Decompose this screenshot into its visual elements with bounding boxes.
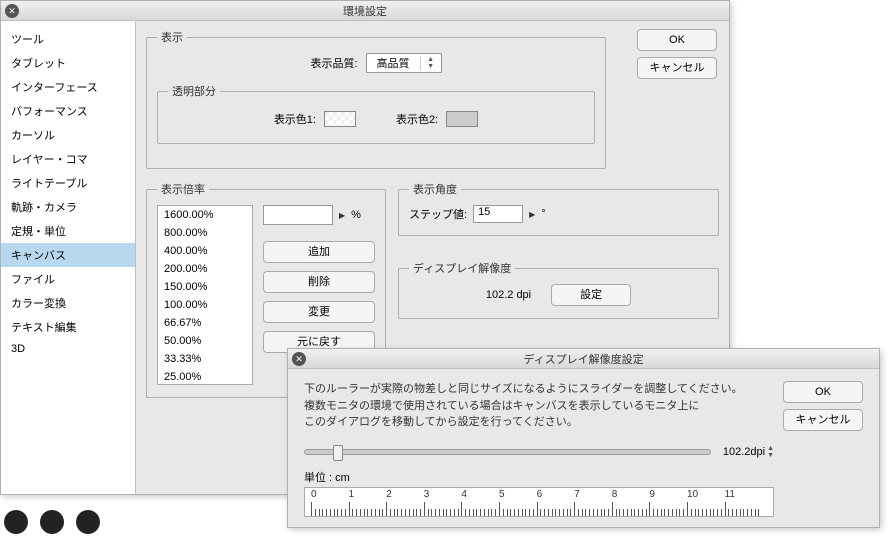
- titlebar[interactable]: ✕ 環境設定: [1, 1, 729, 21]
- transparency-group: 透明部分 表示色1: 表示色2:: [157, 83, 595, 144]
- ruler-label: 4: [461, 489, 467, 500]
- ruler-label: 10: [687, 489, 698, 500]
- category-sidebar: ツールタブレットインターフェースパフォーマンスカーソルレイヤー・コマライトテーブ…: [1, 21, 136, 494]
- color2-label: 表示色2:: [396, 111, 438, 127]
- titlebar[interactable]: ✕ ディスプレイ解像度設定: [288, 349, 879, 369]
- sidebar-item[interactable]: 3D: [1, 339, 135, 359]
- spinner-arrows-icon[interactable]: ▲▼: [767, 445, 774, 459]
- list-item[interactable]: 400.00%: [158, 242, 252, 260]
- quality-label: 表示品質:: [310, 55, 357, 71]
- quality-spinner[interactable]: 高品質 ▲▼: [366, 53, 442, 73]
- ruler-label: 5: [499, 489, 505, 500]
- ruler-label: 0: [311, 489, 317, 500]
- angle-group: 表示角度 ステップ値: 15 ▶ °: [398, 181, 719, 236]
- dpi-slider[interactable]: [304, 449, 711, 455]
- sidebar-item[interactable]: テキスト編集: [1, 315, 135, 339]
- list-item[interactable]: 33.33%: [158, 350, 252, 368]
- list-item[interactable]: 66.67%: [158, 314, 252, 332]
- ruler: 0 1 2 3 4 5 6 7 8 9 10 11: [304, 487, 774, 517]
- sidebar-item[interactable]: ツール: [1, 27, 135, 51]
- sidebar-item[interactable]: ファイル: [1, 267, 135, 291]
- spinner-arrows-icon[interactable]: ▲▼: [420, 56, 441, 70]
- resolution-group: ディスプレイ解像度 102.2 dpi 設定: [398, 260, 719, 319]
- zoom-legend: 表示倍率: [157, 181, 209, 197]
- display-group: 表示 表示品質: 高品質 ▲▼ 透明部分 表示色1:: [146, 29, 606, 169]
- transparency-legend: 透明部分: [168, 83, 220, 99]
- instruction-text: 下のルーラーが実際の物差しと同じサイズになるようにスライダーを調整してください。…: [304, 381, 863, 431]
- resolution-dialog: ✕ ディスプレイ解像度設定 OK キャンセル 下のルーラーが実際の物差しと同じサ…: [287, 348, 880, 528]
- ruler-label: 8: [612, 489, 618, 500]
- ruler-label: 7: [574, 489, 580, 500]
- sidebar-item[interactable]: カーソル: [1, 123, 135, 147]
- sidebar-item[interactable]: インターフェース: [1, 75, 135, 99]
- list-item[interactable]: 50.00%: [158, 332, 252, 350]
- sidebar-item[interactable]: カラー変換: [1, 291, 135, 315]
- sidebar-item[interactable]: キャンバス: [1, 243, 135, 267]
- display-legend: 表示: [157, 29, 187, 45]
- unit-label: 単位 : cm: [304, 469, 863, 485]
- step-input[interactable]: 15: [473, 205, 523, 223]
- list-item[interactable]: 100.00%: [158, 296, 252, 314]
- ruler-label: 11: [725, 489, 735, 500]
- dpi-value: 102.2 dpi: [486, 289, 531, 301]
- list-item[interactable]: 150.00%: [158, 278, 252, 296]
- ok-button[interactable]: OK: [783, 381, 863, 403]
- ok-button[interactable]: OK: [637, 29, 717, 51]
- degree-label: °: [541, 208, 545, 220]
- cancel-button[interactable]: キャンセル: [783, 409, 863, 431]
- ruler-label: 1: [349, 489, 355, 500]
- delete-button[interactable]: 削除: [263, 271, 375, 293]
- color1-label: 表示色1:: [274, 111, 316, 127]
- sidebar-item[interactable]: パフォーマンス: [1, 99, 135, 123]
- sidebar-item[interactable]: 軌跡・カメラ: [1, 195, 135, 219]
- slider-thumb[interactable]: [333, 445, 343, 461]
- sidebar-item[interactable]: ライトテーブル: [1, 171, 135, 195]
- play-icon[interactable]: ▶: [339, 211, 345, 220]
- sidebar-item[interactable]: 定規・単位: [1, 219, 135, 243]
- list-item[interactable]: 200.00%: [158, 260, 252, 278]
- dialog-title: 環境設定: [343, 6, 387, 18]
- angle-legend: 表示角度: [409, 181, 461, 197]
- cancel-button[interactable]: キャンセル: [637, 57, 717, 79]
- dpi-readout: 102.2dpi: [723, 446, 765, 458]
- list-item[interactable]: 800.00%: [158, 224, 252, 242]
- change-button[interactable]: 変更: [263, 301, 375, 323]
- play-icon[interactable]: ▶: [529, 210, 535, 219]
- color2-swatch[interactable]: [446, 111, 478, 127]
- resolution-legend: ディスプレイ解像度: [409, 260, 515, 276]
- step-label: ステップ値:: [409, 206, 467, 222]
- close-icon[interactable]: ✕: [292, 352, 306, 366]
- list-item[interactable]: 1600.00%: [158, 206, 252, 224]
- ruler-label: 2: [386, 489, 392, 500]
- ruler-label: 9: [649, 489, 655, 500]
- list-item[interactable]: 25.00%: [158, 368, 252, 385]
- ruler-label: 6: [537, 489, 543, 500]
- zoom-input[interactable]: [263, 205, 333, 225]
- color1-swatch[interactable]: [324, 111, 356, 127]
- percent-label: %: [351, 209, 361, 221]
- set-button[interactable]: 設定: [551, 284, 631, 306]
- zoom-listbox[interactable]: 1600.00%800.00%400.00%200.00%150.00%100.…: [157, 205, 253, 385]
- close-icon[interactable]: ✕: [5, 4, 19, 18]
- ruler-label: 3: [424, 489, 430, 500]
- sidebar-item[interactable]: タブレット: [1, 51, 135, 75]
- sidebar-item[interactable]: レイヤー・コマ: [1, 147, 135, 171]
- dialog-title: ディスプレイ解像度設定: [523, 354, 643, 366]
- add-button[interactable]: 追加: [263, 241, 375, 263]
